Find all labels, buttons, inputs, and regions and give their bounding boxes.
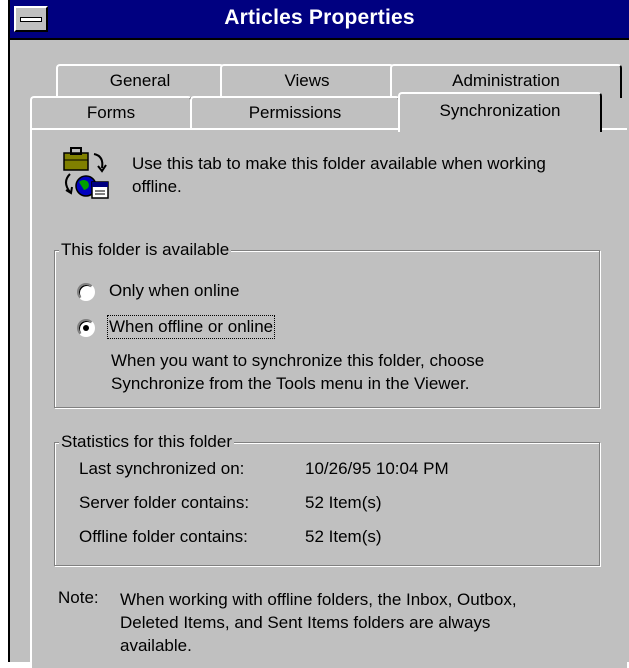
tab-label: Synchronization	[439, 101, 561, 120]
stat-label: Offline folder contains:	[79, 527, 248, 546]
window-title: Articles Properties	[224, 6, 415, 29]
tab-forms[interactable]: Forms	[30, 96, 192, 130]
tab-label: Views	[284, 71, 330, 90]
availability-group-title: This folder is available	[59, 240, 232, 260]
tab-label: Forms	[86, 103, 136, 122]
stat-server-folder: Server folder contains:	[79, 493, 249, 513]
stat-offline-folder: Offline folder contains:	[79, 527, 248, 547]
statistics-group-title: Statistics for this folder	[59, 432, 235, 452]
stat-value-last-synchronized: 10/26/95 10:04 PM	[305, 459, 449, 478]
tab-synchronization[interactable]: Synchronization	[398, 92, 602, 132]
stat-value-server-folder: 52 Item(s)	[305, 493, 382, 512]
tab-permissions[interactable]: Permissions	[190, 96, 400, 130]
stat-value-offline-folder: 52 Item(s)	[305, 527, 382, 546]
tab-label: General	[109, 71, 171, 90]
intro-text: Use this tab to make this folder availab…	[132, 154, 546, 196]
stat-last-synchronized: Last synchronized on:	[79, 459, 244, 479]
availability-group: This folder is available Only when onlin…	[54, 240, 600, 408]
title-bar[interactable]: Articles Properties	[10, 0, 629, 40]
radio-circle-selected[interactable]	[77, 319, 95, 337]
tab-label: Permissions	[248, 103, 342, 122]
stat-label: Server folder contains:	[79, 493, 250, 512]
tab-views[interactable]: Views	[220, 64, 394, 98]
radio-circle[interactable]	[77, 283, 95, 301]
tab-general[interactable]: General	[56, 64, 224, 98]
properties-window: Articles Properties General Views Admini…	[8, 0, 629, 668]
statistics-group: Statistics for this folder Last synchron…	[54, 432, 600, 566]
note-text: When working with offline folders, the I…	[120, 590, 517, 655]
radio-label-only-online[interactable]: Only when online	[109, 281, 239, 301]
synchronization-page: Use this tab to make this folder availab…	[30, 128, 627, 668]
radio-label-offline-or-online[interactable]: When offline or online	[106, 315, 276, 339]
radio-only-online[interactable]: Only when online	[77, 281, 277, 305]
availability-hint: When you want to synchronize this folder…	[111, 351, 485, 393]
offline-sync-icon	[63, 147, 109, 199]
radio-offline-or-online[interactable]: When offline or online	[77, 315, 337, 341]
note-label: Note:	[58, 588, 99, 607]
stat-label: Last synchronized on:	[79, 459, 245, 478]
tab-label: Administration	[452, 71, 560, 90]
